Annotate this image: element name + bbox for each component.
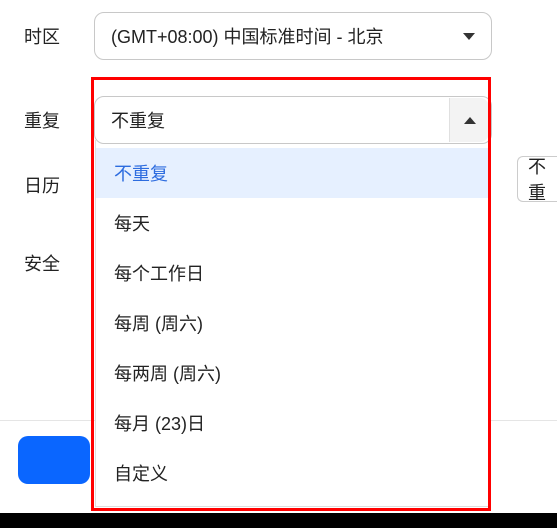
repeat-option-custom[interactable]: 自定义 xyxy=(96,448,489,498)
repeat-option-biweekly[interactable]: 每两周 (周六) xyxy=(96,348,489,398)
calendar-label: 日历 xyxy=(24,172,74,198)
repeat-option-weekdays[interactable]: 每个工作日 xyxy=(96,248,489,298)
repeat-value: 不重复 xyxy=(111,107,449,133)
repeat-option-weekly[interactable]: 每周 (周六) xyxy=(96,298,489,348)
timezone-value: (GMT+08:00) 中国标准时间 - 北京 xyxy=(111,23,463,49)
timezone-label: 时区 xyxy=(24,23,74,49)
repeat-option-daily[interactable]: 每天 xyxy=(96,198,489,248)
repeat-option-none[interactable]: 不重复 xyxy=(96,148,489,198)
chevron-up-icon xyxy=(464,117,476,124)
taskbar xyxy=(0,513,557,528)
chevron-down-icon xyxy=(463,33,475,40)
repeat-select[interactable]: 不重复 xyxy=(94,96,492,144)
repeat-caret-container xyxy=(449,98,489,142)
timezone-select[interactable]: (GMT+08:00) 中国标准时间 - 北京 xyxy=(94,12,492,60)
repeat-option-monthly[interactable]: 每月 (23)日 xyxy=(96,398,489,448)
security-label: 安全 xyxy=(24,250,74,276)
primary-button[interactable] xyxy=(18,436,90,484)
repeat-dropdown: 不重复 每天 每个工作日 每周 (周六) 每两周 (周六) 每月 (23)日 自… xyxy=(95,140,490,507)
repeat-hint-partial: 不重 xyxy=(517,156,557,202)
repeat-label: 重复 xyxy=(24,107,74,133)
